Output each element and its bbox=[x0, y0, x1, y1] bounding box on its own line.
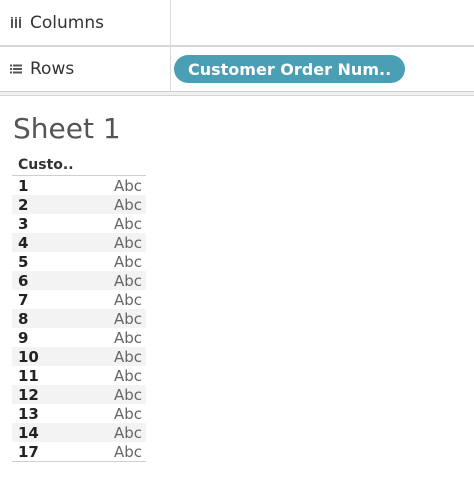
rows-drop-area[interactable]: Customer Order Num.. bbox=[171, 47, 474, 91]
table-row[interactable]: 3 Abc bbox=[12, 214, 146, 233]
columns-label: Columns bbox=[30, 12, 104, 33]
row-number: 13 bbox=[18, 404, 39, 423]
rows-icon bbox=[8, 62, 24, 76]
table-row[interactable]: 12 Abc bbox=[12, 385, 146, 404]
row-value: Abc bbox=[113, 442, 142, 461]
row-number: 4 bbox=[18, 233, 29, 252]
row-number: 17 bbox=[18, 442, 39, 461]
table-row[interactable]: 11 Abc bbox=[12, 366, 146, 385]
row-value: Abc bbox=[113, 195, 142, 214]
row-value: Abc bbox=[113, 385, 142, 404]
row-value: Abc bbox=[113, 328, 142, 347]
table-row[interactable]: 17 Abc bbox=[12, 442, 146, 461]
row-value: Abc bbox=[113, 290, 142, 309]
shelf-divider bbox=[0, 92, 474, 96]
columns-shelf-label-area: Columns bbox=[0, 0, 171, 45]
row-number: 11 bbox=[18, 366, 39, 385]
row-number: 3 bbox=[18, 214, 29, 233]
table-row[interactable]: 6 Abc bbox=[12, 271, 146, 290]
table-row[interactable]: 10 Abc bbox=[12, 347, 146, 366]
row-number: 7 bbox=[18, 290, 29, 309]
table-row[interactable]: 8 Abc bbox=[12, 309, 146, 328]
row-number: 14 bbox=[18, 423, 39, 442]
sheet-title: Sheet 1 bbox=[13, 112, 121, 145]
customer-order-number-pill[interactable]: Customer Order Num.. bbox=[174, 55, 406, 83]
table-body: 1 Abc 2 Abc 3 Abc 4 Abc 5 Abc 6 Abc 7 Abc 8 Abc 9 Abc 10 Ab… bbox=[12, 176, 146, 461]
table-row[interactable]: 7 Abc bbox=[12, 290, 146, 309]
table-row[interactable]: 1 Abc bbox=[12, 176, 146, 195]
table-row[interactable]: 2 Abc bbox=[12, 195, 146, 214]
row-value: Abc bbox=[113, 309, 142, 328]
row-number: 10 bbox=[18, 347, 39, 366]
row-number: 6 bbox=[18, 271, 29, 290]
columns-icon bbox=[8, 16, 24, 30]
row-value: Abc bbox=[113, 252, 142, 271]
column-header-customer[interactable]: Custo.. bbox=[12, 154, 146, 176]
row-value: Abc bbox=[113, 404, 142, 423]
row-value: Abc bbox=[113, 176, 142, 195]
row-value: Abc bbox=[113, 347, 142, 366]
columns-drop-area[interactable] bbox=[171, 0, 474, 45]
table-row[interactable]: 5 Abc bbox=[12, 252, 146, 271]
pill-label: Customer Order Num.. bbox=[188, 59, 392, 79]
rows-label: Rows bbox=[30, 59, 75, 79]
table-row[interactable]: 4 Abc bbox=[12, 233, 146, 252]
row-value: Abc bbox=[113, 233, 142, 252]
table-row[interactable]: 9 Abc bbox=[12, 328, 146, 347]
row-number: 1 bbox=[18, 176, 29, 195]
table-row[interactable]: 14 Abc bbox=[12, 423, 146, 442]
row-number: 8 bbox=[18, 309, 29, 328]
row-value: Abc bbox=[113, 271, 142, 290]
row-value: Abc bbox=[113, 423, 142, 442]
rows-shelf-label-area: Rows bbox=[0, 47, 171, 91]
columns-shelf: Columns bbox=[0, 0, 474, 46]
table-bottom-border bbox=[12, 461, 146, 462]
data-table: Custo.. 1 Abc 2 Abc 3 Abc 4 Abc 5 Abc 6 Abc 7 Abc 8 Abc… bbox=[12, 154, 146, 462]
row-number: 9 bbox=[18, 328, 29, 347]
row-value: Abc bbox=[113, 214, 142, 233]
row-number: 5 bbox=[18, 252, 29, 271]
rows-shelf: Rows Customer Order Num.. bbox=[0, 46, 474, 92]
row-number: 12 bbox=[18, 385, 39, 404]
row-value: Abc bbox=[113, 366, 142, 385]
table-row[interactable]: 13 Abc bbox=[12, 404, 146, 423]
row-number: 2 bbox=[18, 195, 29, 214]
